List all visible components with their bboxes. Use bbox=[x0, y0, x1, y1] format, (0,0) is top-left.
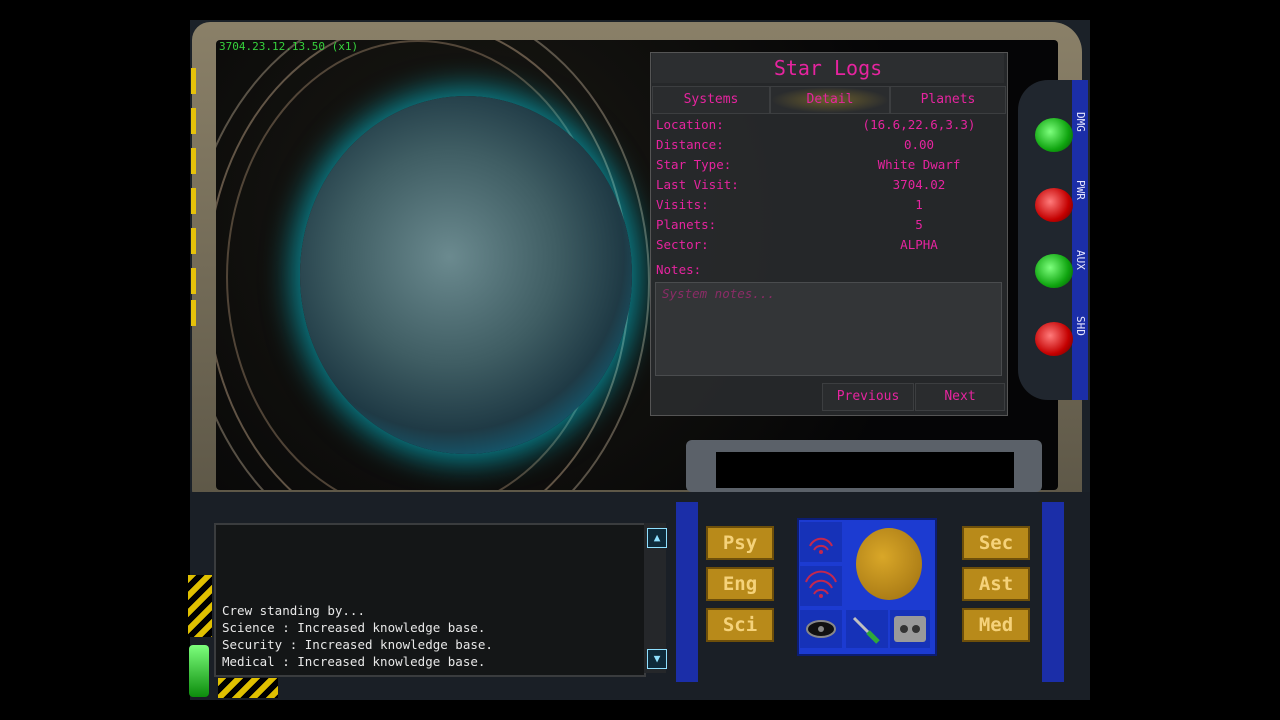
field-row: Sector: ALPHA bbox=[656, 237, 996, 257]
scroll-up-icon[interactable]: ▲ bbox=[647, 528, 667, 548]
scroll-down-icon[interactable]: ▼ bbox=[647, 649, 667, 669]
blue-column bbox=[1042, 502, 1064, 682]
hazard-stripe bbox=[188, 575, 212, 637]
field-value: 5 bbox=[915, 217, 923, 232]
notes-label: Notes: bbox=[656, 262, 702, 277]
field-value: ALPHA bbox=[900, 237, 938, 252]
panel-title: Star Logs bbox=[652, 53, 1004, 83]
tape-icon[interactable] bbox=[890, 610, 930, 648]
eye-icon[interactable] bbox=[800, 610, 842, 648]
tab-planets[interactable]: Planets bbox=[890, 86, 1006, 114]
ast-button[interactable]: Ast bbox=[962, 567, 1030, 601]
strip-label-pwr: PWR bbox=[1074, 180, 1087, 200]
field-value: (16.6,22.6,3.3) bbox=[862, 117, 976, 132]
previous-button[interactable]: Previous bbox=[822, 383, 914, 411]
yellow-indicator bbox=[191, 300, 196, 326]
field-value: 1 bbox=[915, 197, 923, 212]
tab-detail[interactable]: Detail bbox=[770, 86, 890, 114]
field-label: Star Type: bbox=[656, 157, 732, 172]
tab-systems[interactable]: Systems bbox=[652, 86, 770, 114]
console-display bbox=[716, 452, 1014, 488]
yellow-indicator bbox=[191, 228, 196, 254]
message-line: Crew standing by... bbox=[222, 603, 365, 618]
yellow-indicator bbox=[191, 268, 196, 294]
field-label: Distance: bbox=[656, 137, 724, 152]
star-icon[interactable] bbox=[856, 528, 922, 600]
pwr-status-light[interactable] bbox=[1035, 188, 1073, 222]
yellow-indicator bbox=[191, 108, 196, 134]
planet-image bbox=[300, 96, 632, 454]
med-button[interactable]: Med bbox=[962, 608, 1030, 642]
yellow-indicator bbox=[191, 188, 196, 214]
field-label: Last Visit: bbox=[656, 177, 739, 192]
field-value: 3704.02 bbox=[892, 177, 946, 192]
field-label: Location: bbox=[656, 117, 724, 132]
message-line: Security : Increased knowledge base. bbox=[222, 637, 493, 652]
field-label: Planets: bbox=[656, 217, 717, 232]
field-row: Location: (16.6,22.6,3.3) bbox=[656, 117, 996, 137]
hazard-stripe bbox=[218, 678, 278, 698]
field-row: Distance: 0.00 bbox=[656, 137, 996, 157]
notes-input[interactable]: System notes... bbox=[655, 282, 1002, 376]
field-label: Visits: bbox=[656, 197, 709, 212]
broadcast-icon[interactable] bbox=[800, 566, 842, 606]
field-value: White Dwarf bbox=[877, 157, 961, 172]
dmg-status-light[interactable] bbox=[1035, 118, 1073, 152]
field-row: Visits: 1 bbox=[656, 197, 996, 217]
field-value: 0.00 bbox=[903, 137, 935, 152]
stardate-readout: 3704.23.12.13.50 (x1) bbox=[219, 40, 359, 53]
eng-button[interactable]: Eng bbox=[706, 567, 774, 601]
next-button[interactable]: Next bbox=[915, 383, 1005, 411]
signal-icon[interactable] bbox=[800, 522, 842, 562]
yellow-indicator bbox=[191, 68, 196, 94]
sec-button[interactable]: Sec bbox=[962, 526, 1030, 560]
sci-button[interactable]: Sci bbox=[706, 608, 774, 642]
strip-label-shd: SHD bbox=[1074, 316, 1087, 336]
blue-column bbox=[676, 502, 698, 682]
strip-label-dmg: DMG bbox=[1074, 112, 1087, 132]
field-row: Planets: 5 bbox=[656, 217, 996, 237]
message-line: Medical : Increased knowledge base. bbox=[222, 654, 486, 669]
field-label: Sector: bbox=[656, 237, 709, 252]
aux-status-light[interactable] bbox=[1035, 254, 1073, 288]
shd-status-light[interactable] bbox=[1035, 322, 1073, 356]
strip-label-aux: AUX bbox=[1074, 250, 1087, 270]
message-line: Science : Increased knowledge base. bbox=[222, 620, 486, 635]
green-gauge bbox=[189, 645, 209, 697]
field-row: Star Type: White Dwarf bbox=[656, 157, 996, 177]
psy-button[interactable]: Psy bbox=[706, 526, 774, 560]
tool-icon[interactable] bbox=[846, 610, 888, 648]
yellow-indicator bbox=[191, 148, 196, 174]
field-row: Last Visit: 3704.02 bbox=[656, 177, 996, 197]
